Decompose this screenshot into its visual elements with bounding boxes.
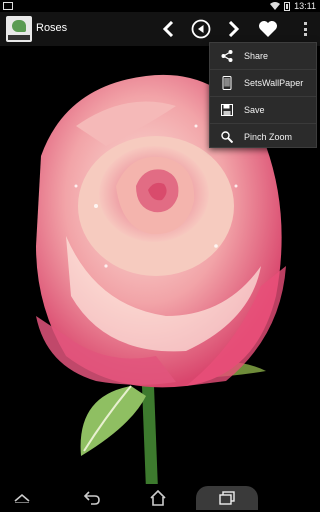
menu-item-label: Pinch Zoom — [244, 132, 293, 142]
status-time: 13:11 — [294, 1, 316, 11]
menu-item-set-wallpaper[interactable]: SetsWallPaper — [210, 70, 316, 97]
favorite-heart-icon[interactable] — [256, 17, 280, 41]
menu-item-share[interactable]: Share — [210, 43, 316, 70]
play-icon[interactable] — [189, 17, 213, 41]
overflow-popup-menu: Share SetsWallPaper Save Pinch Zoom — [209, 42, 317, 148]
status-right: 13:11 — [270, 0, 316, 12]
save-icon — [220, 103, 234, 117]
app-logo-icon[interactable] — [6, 16, 32, 42]
menu-item-label: SetsWallPaper — [244, 78, 304, 88]
recent-apps-icon[interactable] — [215, 488, 239, 508]
previous-icon[interactable] — [156, 17, 180, 41]
system-nav-bar — [0, 484, 320, 512]
action-bar: Roses — [0, 12, 320, 46]
status-bar: 13:11 — [0, 0, 320, 12]
next-icon[interactable] — [222, 17, 246, 41]
overflow-menu-icon[interactable] — [304, 22, 307, 36]
menu-item-save[interactable]: Save — [210, 97, 316, 124]
home-icon[interactable] — [146, 488, 170, 508]
page-title: Roses — [36, 22, 68, 34]
share-icon — [220, 49, 234, 63]
wifi-icon — [270, 2, 281, 10]
back-icon[interactable] — [80, 488, 104, 508]
menu-item-label: Share — [244, 51, 269, 61]
battery-icon — [284, 1, 291, 11]
phone-icon — [220, 76, 234, 90]
menu-item-pinch-zoom[interactable]: Pinch Zoom — [210, 124, 316, 150]
zoom-icon — [220, 130, 234, 144]
menu-item-label: Save — [244, 105, 265, 115]
hide-nav-icon[interactable] — [10, 488, 34, 508]
notification-image-icon — [3, 2, 13, 10]
